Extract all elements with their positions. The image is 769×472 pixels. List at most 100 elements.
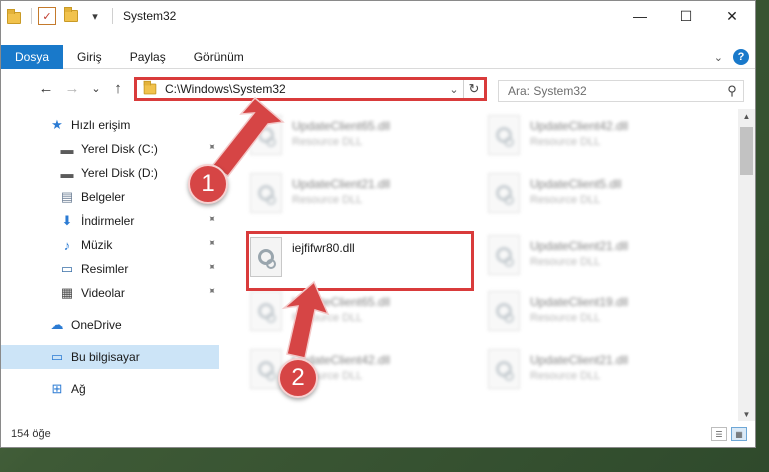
search-icon[interactable]: ⚲ xyxy=(721,81,743,101)
sidebar-item[interactable]: ⊞ Ağ xyxy=(1,377,219,401)
sidebar-item-label: OneDrive xyxy=(71,318,122,332)
scroll-up-icon[interactable]: ▲ xyxy=(738,109,755,123)
sidebar-item-label: Yerel Disk (D:) xyxy=(81,166,158,180)
scroll-thumb[interactable] xyxy=(740,127,753,175)
recent-locations-button[interactable]: ⌄ xyxy=(87,78,105,98)
vertical-scrollbar[interactable]: ▲ ▼ xyxy=(738,109,755,421)
dll-file-icon xyxy=(246,289,286,337)
window-title: System32 xyxy=(123,9,177,23)
file-type: Resource DLL xyxy=(292,194,363,206)
navigation-bar: ← → ⌄ ↑ C:\Windows\System32 ⌄ ↻ Ara: Sys… xyxy=(1,71,755,105)
search-box[interactable]: Ara: System32 ⚲ xyxy=(498,80,744,102)
file-item[interactable]: UpdateClient21.dll Resource DLL xyxy=(484,347,714,403)
maximize-button[interactable]: ☐ xyxy=(663,1,709,31)
expand-ribbon-icon[interactable]: ⌄ xyxy=(714,51,723,64)
dll-file-icon xyxy=(484,233,524,281)
customize-quick-access-button[interactable]: ▾ xyxy=(86,7,104,25)
sidebar-item[interactable]: ▭ Resimler ✦ xyxy=(1,257,219,281)
file-type: Resource DLL xyxy=(530,370,601,382)
properties-icon[interactable]: ✓ xyxy=(38,7,56,25)
back-button[interactable]: ← xyxy=(37,78,55,98)
dll-file-icon xyxy=(484,347,524,395)
ribbon-tabs: Dosya Giriş Paylaş Görünüm ⌄ ? xyxy=(1,44,755,69)
search-input[interactable]: Ara: System32 xyxy=(508,84,721,98)
highlight-box xyxy=(246,231,474,291)
tab-file[interactable]: Dosya xyxy=(1,44,64,69)
downloads-icon: ⬇ xyxy=(61,213,73,228)
dll-file-icon xyxy=(484,171,524,219)
address-path[interactable]: C:\Windows\System32 xyxy=(165,82,445,96)
address-bar[interactable]: C:\Windows\System32 ⌄ ↻ xyxy=(134,77,487,101)
sidebar-item[interactable]: ⬇ İndirmeler ✦ xyxy=(1,209,219,233)
pin-icon[interactable]: ✦ xyxy=(204,261,218,275)
address-dropdown-icon[interactable]: ⌄ xyxy=(445,83,463,96)
tab-view[interactable]: Görünüm xyxy=(180,45,258,69)
file-name: UpdateClient21.dll xyxy=(530,239,629,253)
sidebar-item[interactable]: ★ Hızlı erişim xyxy=(1,113,219,137)
sidebar-item[interactable]: ▦ Videolar ✦ xyxy=(1,281,219,305)
documents-icon: ▤ xyxy=(60,189,74,204)
file-item[interactable]: UpdateClient65.dll Resource DLL xyxy=(246,113,476,169)
sidebar-item[interactable]: ▭ Bu bilgisayar xyxy=(1,345,219,369)
refresh-icon[interactable]: ↻ xyxy=(464,81,484,97)
sidebar-item-label: Videolar xyxy=(81,286,125,300)
dll-file-icon xyxy=(246,113,286,161)
sidebar-item[interactable]: ▬ Yerel Disk (C:) ✦ xyxy=(1,137,219,161)
up-button[interactable]: ↑ xyxy=(109,78,127,98)
status-bar: 154 öğe ☰ ▦ xyxy=(1,423,755,445)
file-item[interactable]: UpdateClient21.dll Resource DLL xyxy=(484,233,714,289)
file-item[interactable]: UpdateClient5.dll Resource DLL xyxy=(484,171,714,227)
tiles-view-icon[interactable]: ▦ xyxy=(731,427,747,441)
folder-icon xyxy=(7,9,23,24)
drive-icon: ▬ xyxy=(60,141,74,157)
sidebar-item[interactable]: ☁ OneDrive xyxy=(1,313,219,337)
file-item[interactable]: UpdateClient42.dll Resource DLL xyxy=(484,113,714,169)
forward-button[interactable]: → xyxy=(63,78,81,98)
title-bar: ✓ ▾ System32 — ☐ ✕ xyxy=(1,1,755,31)
file-item[interactable]: UpdateClient65.dll Resource DLL xyxy=(246,289,476,345)
title-separator xyxy=(112,8,113,24)
help-icon[interactable]: ? xyxy=(733,49,749,65)
tab-share[interactable]: Paylaş xyxy=(116,45,180,69)
file-item[interactable]: UpdateClient19.dll Resource DLL xyxy=(484,289,714,345)
tab-home[interactable]: Giriş xyxy=(63,45,116,69)
dll-file-icon xyxy=(484,113,524,161)
ribbon-right-controls: ⌄ ? xyxy=(714,49,749,65)
file-explorer-window: ✓ ▾ System32 — ☐ ✕ Dosya Giriş Paylaş Gö… xyxy=(0,0,756,448)
pin-icon[interactable]: ✦ xyxy=(204,213,218,227)
file-item[interactable]: UpdateClient21.dll Resource DLL xyxy=(246,171,476,227)
pictures-icon: ▭ xyxy=(60,261,74,276)
pin-icon[interactable]: ✦ xyxy=(204,285,218,299)
pin-icon[interactable]: ✦ xyxy=(204,141,218,155)
file-name: UpdateClient21.dll xyxy=(530,353,629,367)
sidebar-item-label: Yerel Disk (C:) xyxy=(81,142,158,156)
file-name: UpdateClient42.dll xyxy=(530,119,629,133)
file-type: Resource DLL xyxy=(530,256,601,268)
sidebar-item-label: Müzik xyxy=(81,238,113,252)
scroll-down-icon[interactable]: ▼ xyxy=(738,407,755,421)
sidebar-item-label: İndirmeler xyxy=(81,214,135,228)
item-count: 154 öğe xyxy=(11,428,51,440)
title-separator xyxy=(31,8,32,24)
details-view-icon[interactable]: ☰ xyxy=(711,427,727,441)
videos-icon: ▦ xyxy=(60,285,74,300)
sidebar-item[interactable]: ▬ Yerel Disk (D:) xyxy=(1,161,219,185)
sidebar-item-label: Resimler xyxy=(81,262,129,276)
sidebar-item[interactable]: ♪ Müzik ✦ xyxy=(1,233,219,257)
computer-icon: ▭ xyxy=(50,349,64,364)
minimize-button[interactable]: — xyxy=(617,1,663,31)
close-button[interactable]: ✕ xyxy=(709,1,755,31)
file-type: Resource DLL xyxy=(530,136,601,148)
dll-file-icon xyxy=(484,289,524,337)
sidebar-item[interactable]: ▤Belgeler✦ xyxy=(1,185,219,209)
music-icon: ♪ xyxy=(63,237,71,253)
new-folder-icon[interactable] xyxy=(62,7,80,25)
view-switcher: ☰ ▦ xyxy=(711,427,747,441)
file-name: UpdateClient21.dll xyxy=(292,177,391,191)
sidebar-item-label: Hızlı erişim xyxy=(71,118,131,132)
file-name: UpdateClient19.dll xyxy=(530,295,629,309)
folder-icon xyxy=(143,80,157,95)
pin-icon[interactable]: ✦ xyxy=(204,237,218,251)
drive-icon: ▬ xyxy=(60,165,74,181)
dll-file-icon xyxy=(246,171,286,219)
